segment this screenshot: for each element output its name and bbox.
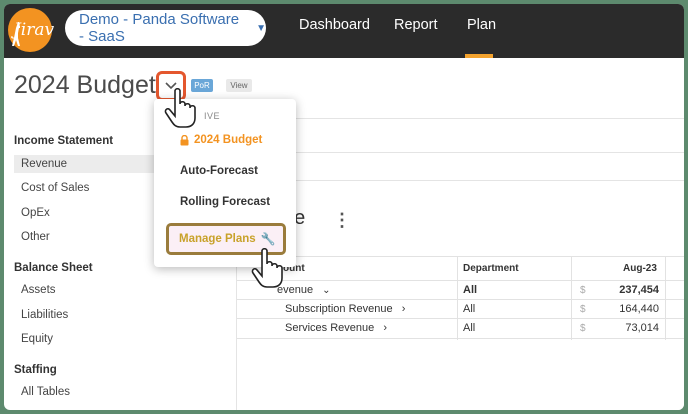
jirav-logo[interactable]: Jirav	[8, 8, 54, 52]
table-row[interactable]: Services Revenue ›	[285, 322, 387, 334]
sidebar-item-all-tables[interactable]: All Tables	[14, 383, 154, 401]
menu-item-rolling-forecast[interactable]: Rolling Forecast	[180, 196, 270, 208]
sidebar-item-cost-of-sales[interactable]: Cost of Sales	[14, 179, 154, 197]
kebab-menu-icon[interactable]: ⋮	[333, 210, 351, 231]
currency-symbol: $	[580, 285, 586, 296]
divider	[237, 180, 684, 181]
hand-cursor-icon	[251, 248, 283, 288]
sidebar-heading-income-statement: Income Statement	[14, 135, 114, 147]
dropdown-section-label: IVE	[204, 111, 221, 121]
chevron-right-icon[interactable]: ›	[402, 303, 406, 315]
tab-plan[interactable]: Plan	[467, 17, 496, 33]
manage-plans-label: Manage Plans	[179, 233, 256, 245]
table-border	[237, 280, 684, 281]
table-row[interactable]: Subscription Revenue ›	[285, 303, 405, 315]
divider	[237, 118, 684, 119]
main-panel: ue ⋮ ount Department Aug-23 evenue ⌄ All…	[236, 116, 684, 410]
sidebar-item-assets[interactable]: Assets	[14, 281, 154, 299]
caret-down-icon: ▼	[256, 22, 266, 34]
column-divider	[457, 256, 458, 340]
sidebar-item-other[interactable]: Other	[14, 228, 154, 246]
tab-dashboard[interactable]: Dashboard	[299, 17, 370, 33]
top-nav-bar: Jirav Demo - Panda Software - SaaS ▼ Das…	[4, 4, 684, 58]
menu-item-auto-forecast[interactable]: Auto-Forecast	[180, 165, 258, 177]
department-value: All	[463, 284, 478, 296]
account-name: Subscription Revenue	[285, 303, 393, 315]
currency-symbol: $	[580, 304, 586, 315]
sidebar-item-liabilities[interactable]: Liabilities	[14, 306, 154, 324]
company-select[interactable]: Demo - Panda Software - SaaS ▼	[65, 10, 266, 46]
column-divider	[665, 256, 666, 340]
aug-23-value: 73,014	[625, 322, 659, 334]
table-border	[237, 318, 684, 319]
aug-23-value: 164,440	[619, 303, 659, 315]
sidebar-heading-balance-sheet: Balance Sheet	[14, 262, 93, 274]
sidebar-heading-staffing: Staffing	[14, 364, 57, 376]
column-header-aug-23[interactable]: Aug-23	[623, 263, 657, 274]
sidebar-item-opex[interactable]: OpEx	[14, 204, 154, 222]
chevron-down-icon[interactable]: ⌄	[322, 285, 330, 296]
company-select-value: Demo - Panda Software - SaaS	[79, 11, 240, 45]
lock-icon	[180, 135, 189, 146]
department-value: All	[463, 322, 476, 334]
hand-cursor-icon	[164, 88, 196, 128]
active-tab-indicator	[465, 54, 493, 58]
aug-23-value: 237,454	[619, 284, 659, 296]
wrench-icon: 🔧	[260, 232, 276, 246]
table-border	[237, 256, 684, 257]
chevron-right-icon[interactable]: ›	[383, 322, 387, 334]
department-value: All	[463, 303, 476, 315]
menu-item-2024-budget[interactable]: 2024 Budget	[194, 134, 262, 146]
table-row[interactable]: evenue ⌄	[277, 284, 331, 296]
giraffe-icon	[12, 22, 20, 46]
table-border	[237, 299, 684, 300]
tab-report[interactable]: Report	[394, 17, 438, 33]
page-title: 2024 Budget	[14, 71, 156, 99]
column-header-department[interactable]: Department	[463, 263, 519, 274]
currency-symbol: $	[580, 323, 586, 334]
sidebar-item-revenue[interactable]: Revenue	[14, 155, 154, 173]
sidebar-item-equity[interactable]: Equity	[14, 330, 154, 348]
divider	[237, 152, 684, 153]
table-border	[237, 338, 684, 339]
account-name: Services Revenue	[285, 322, 375, 334]
app-window: Jirav Demo - Panda Software - SaaS ▼ Das…	[4, 4, 684, 410]
view-badge[interactable]: View	[226, 79, 252, 92]
column-divider	[571, 256, 572, 340]
